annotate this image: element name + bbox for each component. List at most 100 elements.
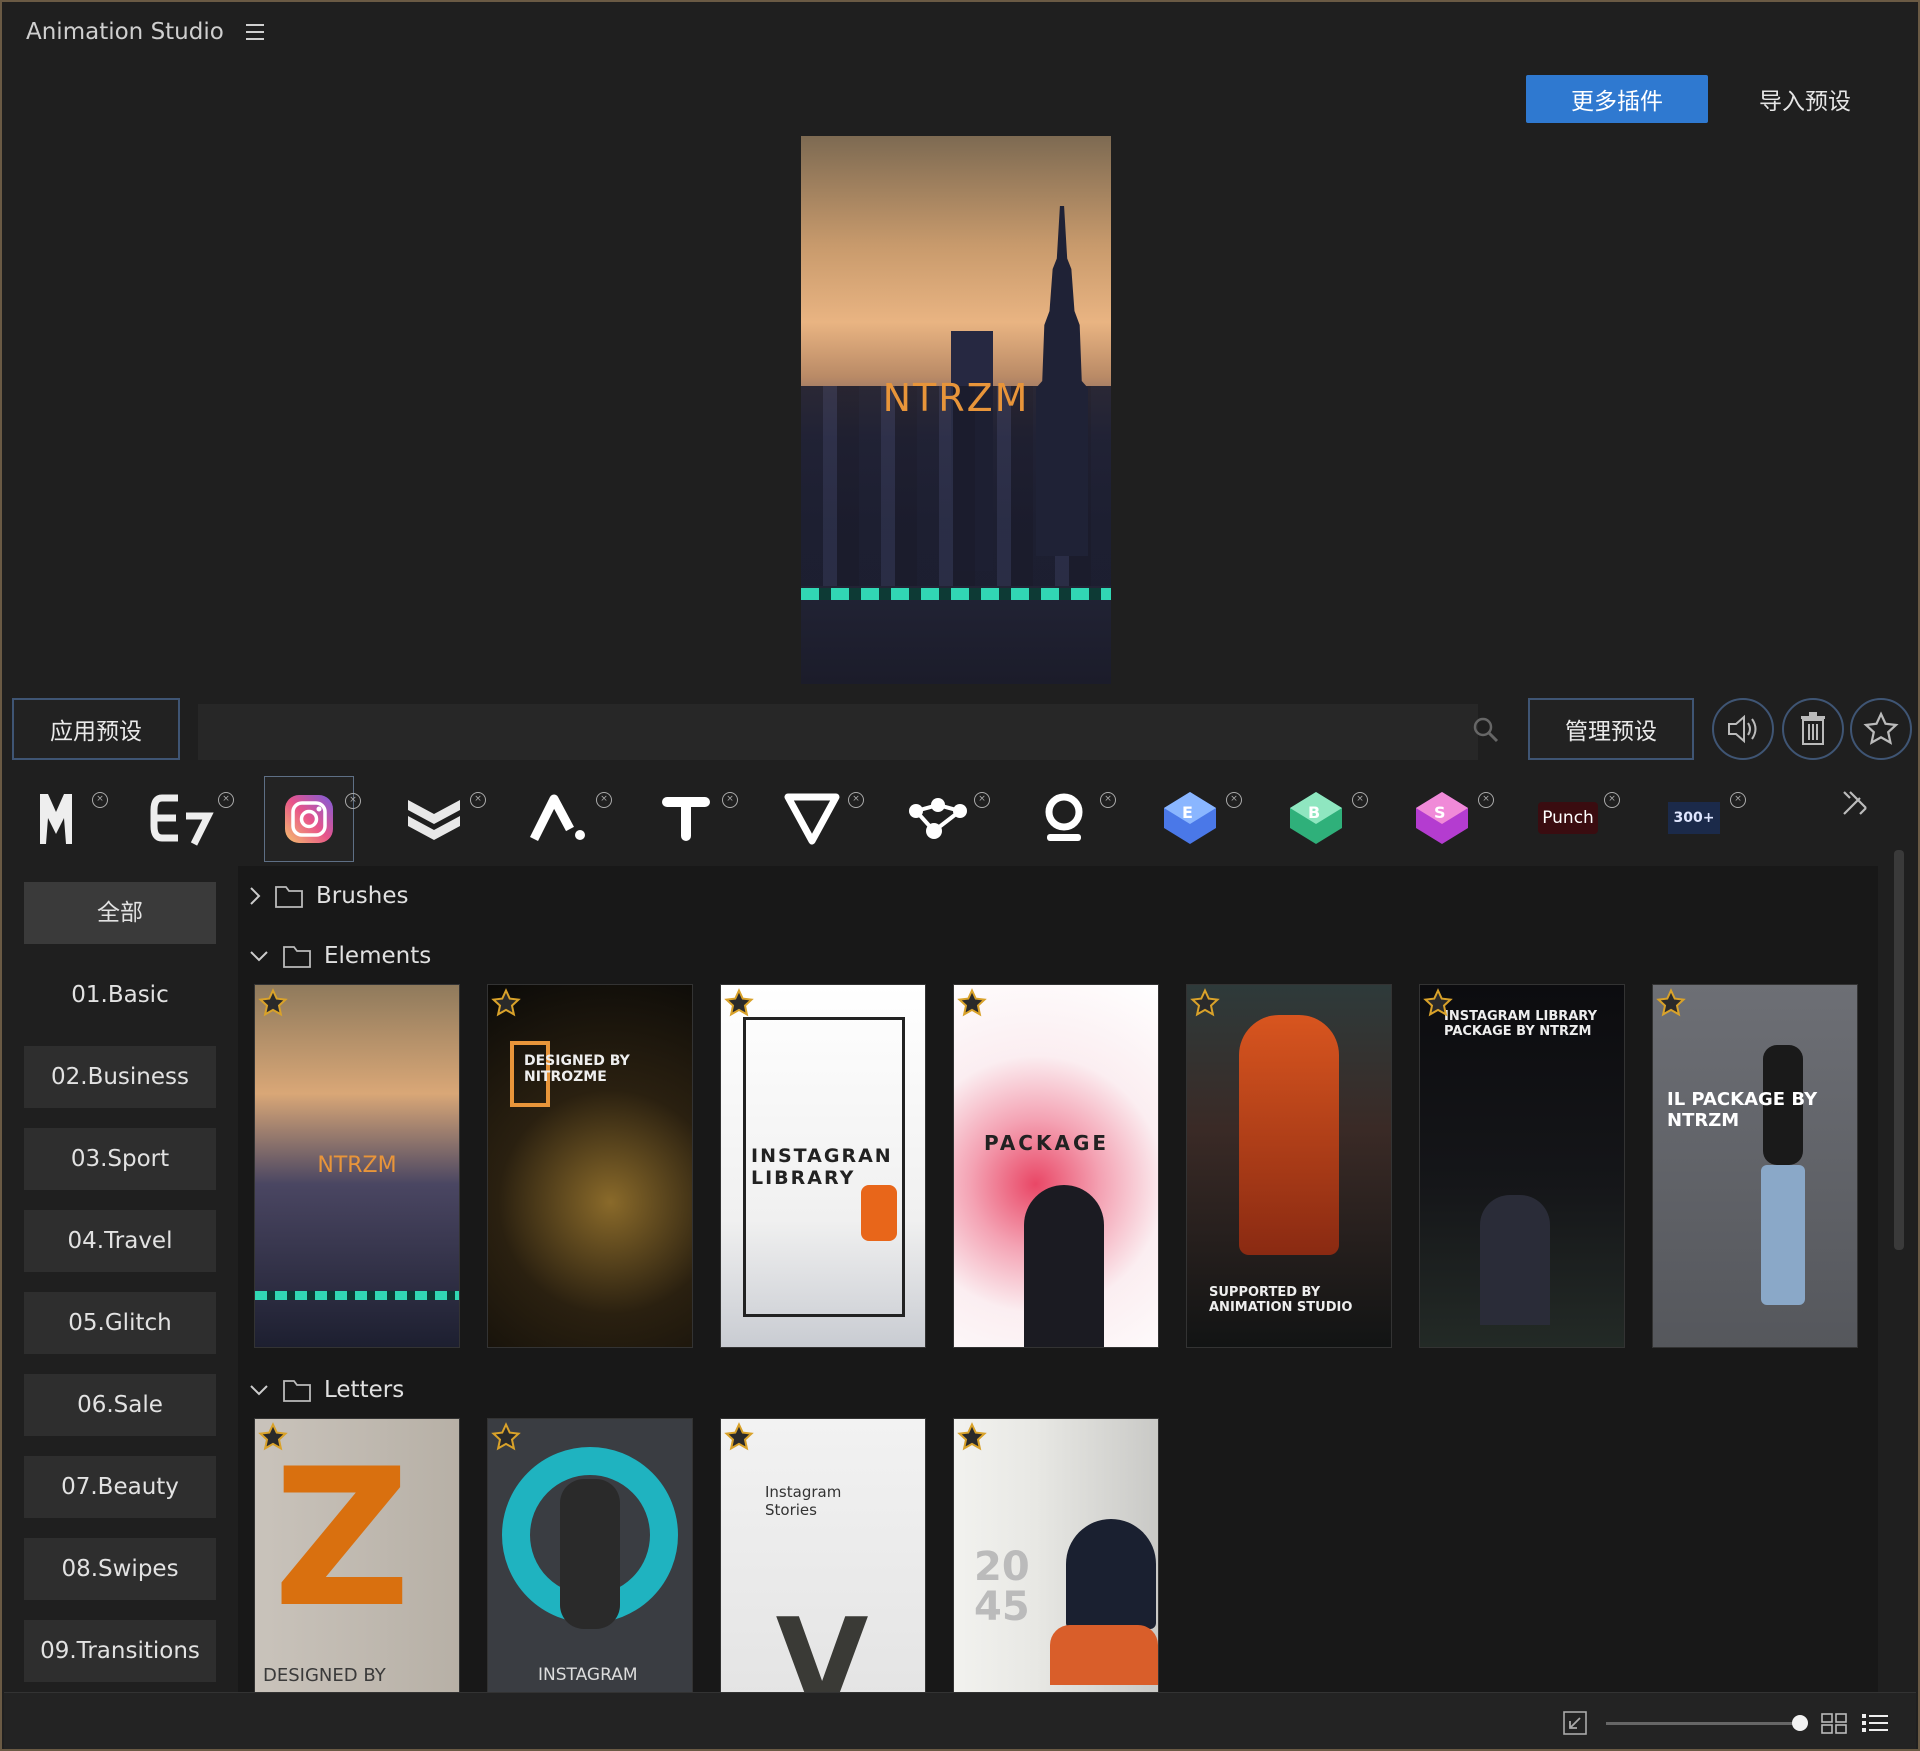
category-basic[interactable]: 01.Basic: [24, 964, 216, 1026]
star-icon[interactable]: [491, 1422, 521, 1452]
remove-plugin-icon[interactable]: ×: [596, 792, 612, 808]
folder-icon: [275, 886, 303, 908]
folder-label: Brushes: [316, 883, 409, 909]
remove-plugin-icon[interactable]: ×: [1730, 792, 1746, 808]
preset-thumbnail[interactable]: SUPPORTED BY ANIMATION STUDIO: [1186, 984, 1392, 1348]
plugin-punch[interactable]: Punch ×: [1524, 776, 1620, 860]
plugin-molecule[interactable]: ×: [894, 776, 990, 860]
category-transitions[interactable]: 09.Transitions: [24, 1620, 216, 1682]
title-bar: Animation Studio: [26, 12, 264, 52]
chevron-right-icon: [250, 887, 261, 905]
svg-text:B: B: [1308, 803, 1320, 822]
plugin-v[interactable]: ×: [768, 776, 864, 860]
star-icon: [1863, 711, 1899, 745]
punch-logo-icon: Punch: [1538, 802, 1598, 834]
remove-plugin-icon[interactable]: ×: [1100, 792, 1116, 808]
category-sport[interactable]: 03.Sport: [24, 1128, 216, 1190]
remove-plugin-icon[interactable]: ×: [1226, 792, 1242, 808]
star-icon[interactable]: [957, 988, 987, 1018]
remove-plugin-icon[interactable]: ×: [848, 792, 864, 808]
remove-plugin-icon[interactable]: ×: [1604, 792, 1620, 808]
plugin-e3d[interactable]: E ×: [1146, 776, 1242, 860]
plugin-300[interactable]: 300+ ×: [1650, 776, 1746, 860]
plugin-o[interactable]: ×: [1020, 776, 1116, 860]
star-icon[interactable]: [957, 1422, 987, 1452]
preset-thumbnail[interactable]: Instagram Stories V: [720, 1418, 926, 1692]
star-icon[interactable]: [258, 988, 288, 1018]
star-icon[interactable]: [1656, 988, 1686, 1018]
favorites-button[interactable]: [1850, 698, 1912, 760]
molecule-icon: [909, 798, 967, 839]
category-business[interactable]: 02.Business: [24, 1046, 216, 1108]
preset-thumbnail[interactable]: IL PACKAGE BY NTRZM: [1652, 984, 1858, 1348]
star-icon[interactable]: [724, 988, 754, 1018]
fit-view-icon[interactable]: [1562, 1710, 1588, 1736]
remove-plugin-icon[interactable]: ×: [722, 792, 738, 808]
grid-view-icon[interactable]: [1820, 1710, 1848, 1736]
folder-elements[interactable]: Elements: [248, 938, 431, 974]
preset-thumbnail[interactable]: PACKAGE: [953, 984, 1159, 1348]
category-all[interactable]: 全部: [24, 882, 216, 944]
plugin-e7[interactable]: ×: [138, 776, 234, 860]
remove-plugin-icon[interactable]: ×: [92, 792, 108, 808]
star-icon[interactable]: [258, 1422, 288, 1452]
plugin-instagram[interactable]: ×: [264, 776, 361, 862]
category-sidebar: 全部 01.Basic 02.Business 03.Sport 04.Trav…: [24, 882, 216, 1702]
plugin-chevron[interactable]: ×: [390, 776, 486, 860]
manage-presets-button[interactable]: 管理预设: [1528, 698, 1694, 760]
star-icon[interactable]: [1423, 988, 1453, 1018]
category-travel[interactable]: 04.Travel: [24, 1210, 216, 1272]
t-logo-icon: [662, 797, 710, 841]
plugin-m[interactable]: ×: [12, 776, 108, 860]
menu-icon[interactable]: [245, 24, 264, 40]
chevron-down-icon: [250, 951, 268, 962]
slider-handle[interactable]: [1792, 1715, 1808, 1731]
preset-thumbnail[interactable]: Z DESIGNED BY: [254, 1418, 460, 1692]
a-logo-icon: [530, 794, 585, 842]
search-input[interactable]: [198, 704, 1478, 760]
delete-button[interactable]: [1782, 698, 1844, 760]
preset-thumbnail[interactable]: NTRZM: [254, 984, 460, 1348]
star-icon[interactable]: [491, 988, 521, 1018]
apply-preset-button[interactable]: 应用预设: [12, 698, 180, 760]
plugin-a[interactable]: ×: [516, 776, 612, 860]
star-icon[interactable]: [724, 1422, 754, 1452]
remove-plugin-icon[interactable]: ×: [1352, 792, 1368, 808]
category-beauty[interactable]: 07.Beauty: [24, 1456, 216, 1518]
remove-plugin-icon[interactable]: ×: [974, 792, 990, 808]
b-3d-icon: B: [1290, 792, 1342, 844]
remove-plugin-icon[interactable]: ×: [218, 792, 234, 808]
preset-thumbnail[interactable]: 20 45: [953, 1418, 1159, 1692]
category-glitch[interactable]: 05.Glitch: [24, 1292, 216, 1354]
plugin-s3d[interactable]: S ×: [1398, 776, 1494, 860]
trash-icon: [1801, 712, 1825, 745]
plugin-b3d[interactable]: B ×: [1272, 776, 1368, 860]
e7-logo-icon: [150, 794, 214, 846]
tools-icon[interactable]: [1840, 788, 1870, 818]
chevron-down-icon: [250, 1385, 268, 1396]
s-3d-icon: S: [1416, 792, 1468, 844]
vertical-scrollbar[interactable]: [1894, 850, 1904, 1250]
list-view-icon[interactable]: [1860, 1710, 1890, 1736]
app-title: Animation Studio: [26, 19, 224, 45]
thumbnail-size-slider[interactable]: [1606, 1722, 1800, 1725]
star-icon[interactable]: [1190, 988, 1220, 1018]
category-sale[interactable]: 06.Sale: [24, 1374, 216, 1436]
preset-thumbnail[interactable]: DESIGNED BY NITROZME: [487, 984, 693, 1348]
category-swipes[interactable]: 08.Swipes: [24, 1538, 216, 1600]
folder-brushes[interactable]: Brushes: [248, 878, 409, 914]
preset-thumbnail[interactable]: INSTAGRAN LIBRARY: [720, 984, 926, 1348]
chevron-stack-icon: [408, 800, 460, 840]
folder-label: Letters: [324, 1377, 405, 1403]
remove-plugin-icon[interactable]: ×: [345, 793, 361, 809]
preset-thumbnail[interactable]: INSTAGRAM: [487, 1418, 693, 1692]
sound-button[interactable]: [1712, 698, 1774, 760]
import-presets-button[interactable]: 导入预设: [1740, 75, 1870, 123]
search-icon[interactable]: [1472, 716, 1500, 744]
remove-plugin-icon[interactable]: ×: [1478, 792, 1494, 808]
more-plugins-button[interactable]: 更多插件: [1526, 75, 1708, 123]
folder-letters[interactable]: Letters: [248, 1372, 404, 1408]
plugin-t[interactable]: ×: [642, 776, 738, 860]
remove-plugin-icon[interactable]: ×: [470, 792, 486, 808]
preset-thumbnail[interactable]: INSTAGRAM LIBRARY PACKAGE BY NTRZM: [1419, 984, 1625, 1348]
